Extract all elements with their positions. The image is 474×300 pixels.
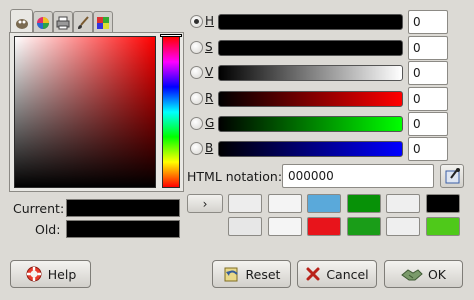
tab-gimp[interactable] xyxy=(10,9,33,33)
slider-r[interactable] xyxy=(218,91,403,107)
radio-s[interactable] xyxy=(190,41,203,54)
close-icon xyxy=(306,267,320,281)
help-button[interactable]: Help xyxy=(10,260,91,288)
history-arrow: › xyxy=(202,196,208,211)
eyedropper-button[interactable] xyxy=(440,164,464,188)
brush-icon xyxy=(78,15,89,29)
label-v: V xyxy=(205,65,214,79)
value-v: 0 xyxy=(413,66,421,80)
history-swatch[interactable] xyxy=(426,217,460,236)
history-swatch[interactable] xyxy=(347,194,381,213)
slider-v[interactable] xyxy=(218,65,403,81)
tab-brush[interactable] xyxy=(73,11,93,33)
radio-r[interactable] xyxy=(190,92,203,105)
tab-printer[interactable] xyxy=(53,11,73,33)
label-b: B xyxy=(205,141,214,155)
spin-s[interactable]: 0 xyxy=(408,36,448,60)
current-color-swatch xyxy=(66,199,180,217)
spin-v[interactable]: 0 xyxy=(408,61,448,85)
cancel-label: Cancel xyxy=(326,266,369,282)
value-b: 0 xyxy=(413,142,421,156)
html-notation-input[interactable]: 000000 xyxy=(282,164,434,188)
ok-button[interactable]: OK xyxy=(384,260,463,288)
spin-b[interactable]: 0 xyxy=(408,137,448,161)
handshake-icon xyxy=(401,269,423,281)
reset-label: Reset xyxy=(245,266,281,282)
spin-h[interactable]: 0 xyxy=(408,10,448,34)
hue-strip[interactable] xyxy=(162,36,180,188)
help-label: Help xyxy=(47,266,77,282)
spin-g[interactable]: 0 xyxy=(408,112,448,136)
html-notation-label: HTML notation: xyxy=(187,169,283,184)
value-h: 0 xyxy=(413,15,421,29)
add-to-history-button[interactable]: › xyxy=(187,194,223,213)
slider-h[interactable] xyxy=(218,14,403,30)
radio-g[interactable] xyxy=(190,117,203,130)
spin-r[interactable]: 0 xyxy=(408,87,448,111)
color-wheel-icon xyxy=(37,16,49,29)
radio-h[interactable] xyxy=(190,15,203,28)
reset-button[interactable]: Reset xyxy=(212,260,291,288)
old-label: Old: xyxy=(35,222,61,237)
history-swatch[interactable] xyxy=(386,194,420,213)
hue-marker[interactable] xyxy=(160,34,182,37)
radio-b[interactable] xyxy=(190,142,203,155)
history-swatch[interactable] xyxy=(386,217,420,236)
label-h: H xyxy=(205,14,215,28)
history-swatch[interactable] xyxy=(347,217,381,236)
slider-g[interactable] xyxy=(218,116,403,132)
saturation-value-square[interactable] xyxy=(14,36,156,188)
label-s: S xyxy=(205,40,213,54)
wilber-icon xyxy=(15,18,28,29)
cancel-button[interactable]: Cancel xyxy=(297,260,377,288)
tab-palette[interactable] xyxy=(93,11,113,33)
lifebuoy-icon xyxy=(26,266,42,282)
radio-v[interactable] xyxy=(190,66,203,79)
palette-icon xyxy=(97,16,109,29)
old-color-swatch xyxy=(66,220,180,238)
printer-icon xyxy=(56,16,70,29)
history-swatch[interactable] xyxy=(307,194,341,213)
slider-b[interactable] xyxy=(218,141,403,157)
current-label: Current: xyxy=(13,201,65,216)
eyedropper-icon xyxy=(445,168,460,184)
undo-icon xyxy=(224,267,238,282)
history-swatch[interactable] xyxy=(307,217,341,236)
history-swatch[interactable] xyxy=(268,217,302,236)
label-r: R xyxy=(205,91,214,105)
value-r: 0 xyxy=(413,92,421,106)
value-g: 0 xyxy=(413,117,421,131)
slider-s[interactable] xyxy=(218,40,403,56)
history-swatch[interactable] xyxy=(228,194,262,213)
history-swatch[interactable] xyxy=(426,194,460,213)
html-notation-value: 000000 xyxy=(288,169,334,183)
label-g: G xyxy=(205,116,215,130)
history-swatch[interactable] xyxy=(268,194,302,213)
ok-label: OK xyxy=(427,266,447,282)
tab-color-wheel[interactable] xyxy=(33,11,53,33)
history-swatch[interactable] xyxy=(228,217,262,236)
value-s: 0 xyxy=(413,41,421,55)
